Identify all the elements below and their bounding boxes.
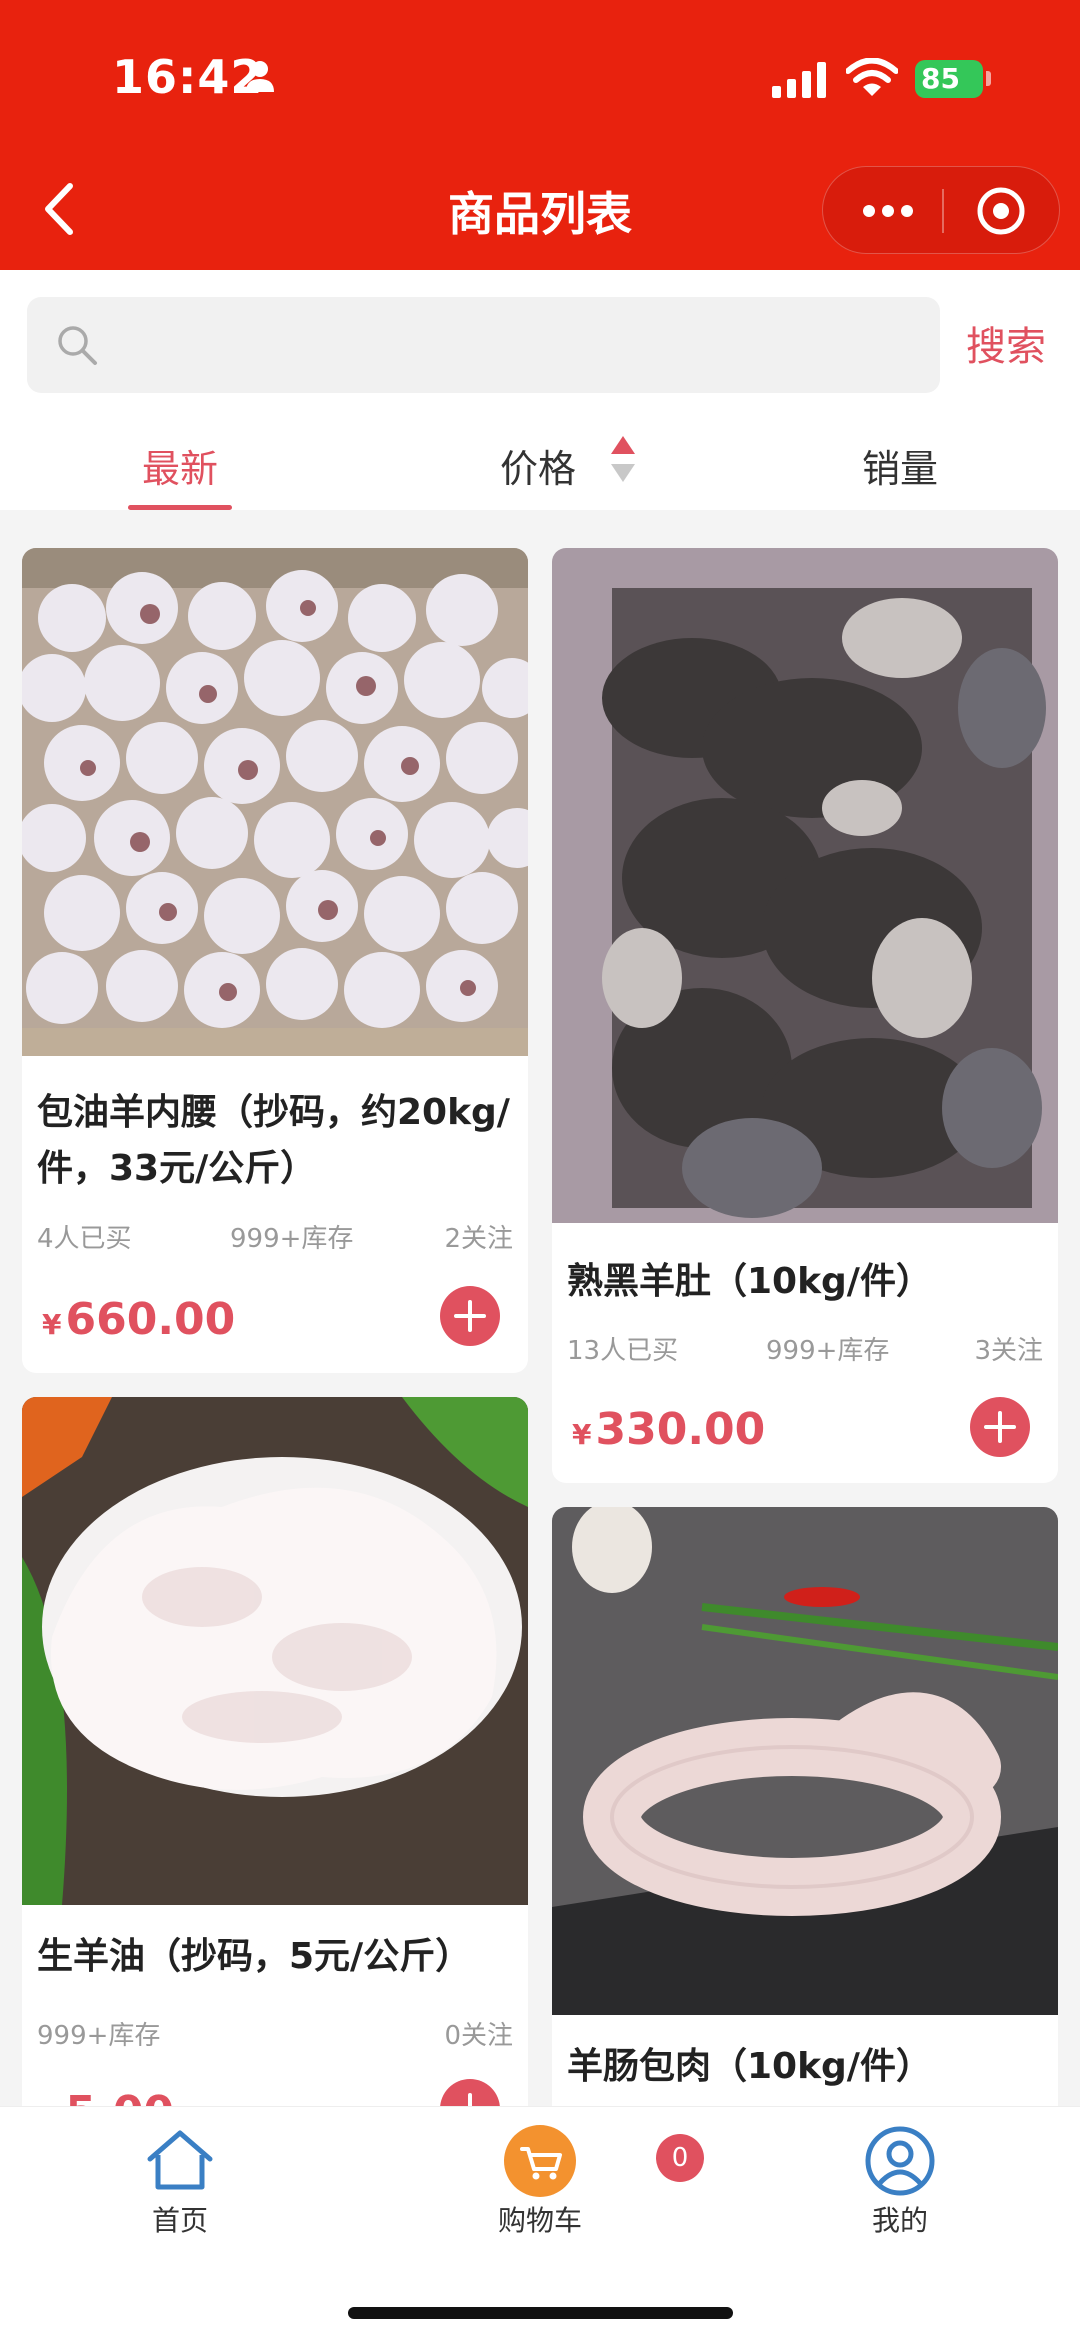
cart-count-badge: 0 [656, 2134, 704, 2182]
price-value: 330.00 [595, 1404, 766, 1455]
product-name: 熟黑羊肚（10kg/件） [567, 1261, 932, 1302]
home-icon [147, 2130, 213, 2190]
search-input[interactable] [113, 315, 913, 375]
product-follows: 2关注 [444, 1224, 513, 1254]
search-area: 搜索 最新 价格 销量 [0, 270, 1080, 510]
home-indicator [348, 2307, 733, 2319]
dot-icon [882, 205, 894, 217]
product-card[interactable]: 羊肠包肉（10kg/件） [552, 1507, 1058, 2147]
tab-cart-label: 购物车 [497, 2204, 582, 2237]
sort-arrows-icon[interactable] [608, 434, 638, 486]
product-image [22, 1397, 528, 1905]
tab-home[interactable]: 首页 [70, 2107, 290, 2257]
tab-price[interactable]: 价格 [500, 438, 576, 493]
product-image [22, 548, 528, 1056]
person-icon [246, 61, 274, 92]
status-time: 16:42 [112, 50, 264, 104]
tab-active-underline [128, 505, 232, 510]
tab-sales[interactable]: 销量 [862, 438, 938, 493]
product-card[interactable]: 生羊油（抄码，5元/公斤） 999+库存 0关注 ¥5.00 [22, 1397, 528, 2157]
currency-symbol: ¥ [572, 1418, 592, 1451]
product-follows: 3关注 [974, 1336, 1043, 1366]
search-icon [58, 326, 97, 365]
tab-cart[interactable]: 购物车 [430, 2107, 650, 2257]
mini-program-capsule [822, 166, 1060, 254]
tab-latest[interactable]: 最新 [142, 438, 218, 493]
header: 16:42 85 商品列表 [0, 0, 1080, 270]
add-to-cart-button[interactable] [440, 1286, 500, 1346]
target-icon [977, 187, 1025, 235]
more-button[interactable] [843, 167, 933, 255]
close-miniprogram-button[interactable] [963, 167, 1053, 255]
product-stock: 999+库存 [766, 1336, 890, 1366]
battery-indicator: 85 [915, 60, 983, 98]
signal-icon [772, 62, 826, 98]
battery-tip [986, 71, 991, 86]
search-button[interactable]: 搜索 [966, 314, 1046, 372]
product-image [552, 1507, 1058, 2015]
product-stock: 999+库存 [230, 1224, 354, 1254]
user-profile-icon [865, 2126, 935, 2196]
product-name: 包油羊内腰（抄码，约20kg/件，33元/公斤） [37, 1092, 510, 1189]
product-price: ¥330.00 [572, 1404, 765, 1455]
product-price: ¥660.00 [42, 1294, 235, 1345]
product-name: 生羊油（抄码，5元/公斤） [37, 1936, 472, 1977]
dot-icon [901, 205, 913, 217]
product-bought-count: 13人已买 [567, 1336, 679, 1366]
cart-icon [504, 2125, 576, 2197]
product-card[interactable]: 熟黑羊肚（10kg/件） 13人已买 999+库存 3关注 ¥330.00 [552, 548, 1058, 1483]
product-bought-count: 4人已买 [37, 1224, 132, 1254]
tab-mine[interactable]: 我的 [790, 2107, 1010, 2257]
currency-symbol: ¥ [42, 1308, 62, 1341]
capsule-divider [942, 189, 944, 233]
product-card[interactable]: 包油羊内腰（抄码，约20kg/件，33元/公斤） 4人已买 999+库存 2关注… [22, 548, 528, 1373]
wifi-icon [846, 58, 898, 96]
price-value: 660.00 [65, 1294, 236, 1345]
add-to-cart-button[interactable] [970, 1397, 1030, 1457]
product-name: 羊肠包肉（10kg/件） [567, 2046, 932, 2087]
tab-mine-label: 我的 [871, 2204, 928, 2237]
product-follows: 0关注 [444, 2021, 513, 2051]
dot-icon [863, 205, 875, 217]
tab-home-label: 首页 [151, 2204, 208, 2237]
search-box[interactable] [27, 297, 940, 393]
product-stock: 999+库存 [37, 2021, 161, 2051]
bottom-tab-bar: 首页 购物车 我的 [0, 2106, 1080, 2341]
product-image [552, 548, 1058, 1223]
